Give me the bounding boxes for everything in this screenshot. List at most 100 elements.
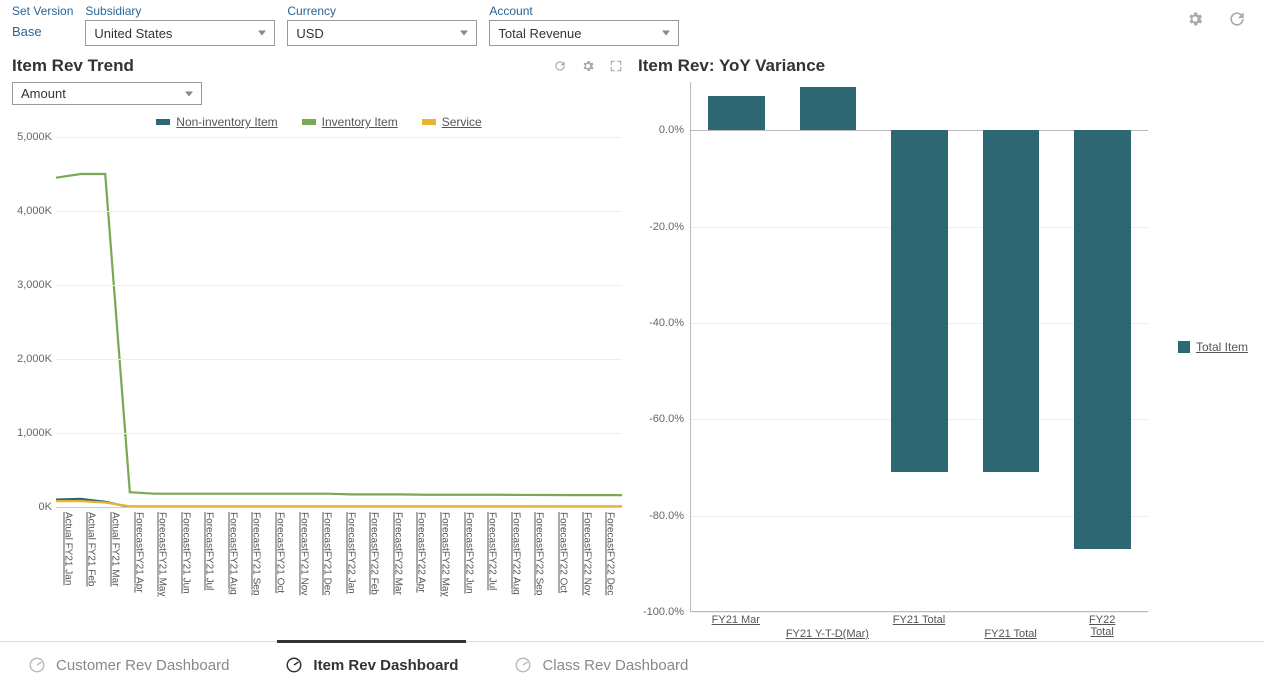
x-tick-label[interactable]: ForecastFY21 Nov xyxy=(298,512,309,595)
x-tick-label[interactable]: FY22 Total xyxy=(1079,614,1125,638)
panel-expand-icon[interactable] xyxy=(606,56,626,76)
y-tick-label: 5,000K xyxy=(17,131,52,143)
x-tick-label[interactable]: ForecastFY21 Sep xyxy=(251,512,262,595)
y-tick-label: -40.0% xyxy=(649,317,684,329)
y-tick-label: 2,000K xyxy=(17,353,52,365)
line-series[interactable] xyxy=(56,174,622,495)
currency-select[interactable]: USD xyxy=(287,20,477,46)
settings-icon[interactable] xyxy=(1180,4,1210,34)
account-select[interactable]: Total Revenue xyxy=(489,20,679,46)
swatch-icon xyxy=(156,119,170,125)
amount-select-value: Amount xyxy=(21,86,66,101)
legend-label: Non-inventory Item xyxy=(176,115,277,129)
bar-legend-label: Total Item xyxy=(1196,340,1248,354)
right-panel-title: Item Rev: YoY Variance xyxy=(638,56,825,76)
x-tick-label[interactable]: ForecastFY22 Sep xyxy=(534,512,545,595)
item-rev-yoy-panel: Item Rev: YoY Variance 0.0%-20.0%-40.0%-… xyxy=(634,54,1256,652)
x-tick-label[interactable]: ForecastFY21 Jul xyxy=(204,512,215,590)
line-chart-legend: Non-inventory Item Inventory Item Servic… xyxy=(8,111,630,137)
set-version-filter: Set Version Base xyxy=(12,4,73,39)
tab-label: Item Rev Dashboard xyxy=(313,657,458,674)
x-tick-label[interactable]: FY21 Y-T-D(Mar) xyxy=(786,628,869,640)
swatch-icon xyxy=(422,119,436,125)
tab-class-rev[interactable]: Class Rev Dashboard xyxy=(486,642,716,688)
x-tick-label[interactable]: FY21 Mar xyxy=(712,614,760,626)
x-tick-label[interactable]: ForecastFY21 Dec xyxy=(322,512,333,595)
account-label: Account xyxy=(489,4,679,18)
x-tick-label[interactable]: FY21 Total xyxy=(984,628,1036,640)
currency-select-value: USD xyxy=(296,26,323,41)
account-select-value: Total Revenue xyxy=(498,26,581,41)
filter-bar: Set Version Base Subsidiary United State… xyxy=(0,0,1264,54)
x-tick-label[interactable]: ForecastFY22 Nov xyxy=(581,512,592,595)
line-x-axis: Actual FY21 Jan Actual FY21 Feb Actual FY2… xyxy=(56,507,622,607)
x-tick-label[interactable]: ForecastFY22 Aug xyxy=(510,512,521,595)
legend-label: Service xyxy=(442,115,482,129)
x-tick-label[interactable]: Actual FY21 Jan xyxy=(62,512,73,585)
line-series[interactable] xyxy=(56,501,622,506)
set-version-label[interactable]: Set Version xyxy=(12,4,73,18)
dashboard-icon xyxy=(285,656,303,674)
tab-label: Class Rev Dashboard xyxy=(542,657,688,674)
subsidiary-select-value: United States xyxy=(94,26,172,41)
swatch-icon xyxy=(1178,341,1190,353)
x-tick-label[interactable]: ForecastFY22 Apr xyxy=(416,512,427,593)
y-tick-label: -80.0% xyxy=(649,510,684,522)
panel-settings-icon[interactable] xyxy=(578,56,598,76)
x-tick-label[interactable]: ForecastFY21 Aug xyxy=(227,512,238,595)
dashboard-icon xyxy=(514,656,532,674)
bottom-tabs: Customer Rev Dashboard Item Rev Dashboar… xyxy=(0,641,1264,688)
legend-non-inventory[interactable]: Non-inventory Item xyxy=(156,115,277,129)
x-tick-label[interactable]: ForecastFY22 Mar xyxy=(392,512,403,595)
legend-service[interactable]: Service xyxy=(422,115,482,129)
x-tick-label[interactable]: ForecastFY22 Jan xyxy=(345,512,356,594)
tab-item-rev[interactable]: Item Rev Dashboard xyxy=(257,642,486,688)
currency-filter: Currency USD xyxy=(287,4,477,46)
bar[interactable] xyxy=(708,96,765,130)
bar[interactable] xyxy=(983,130,1040,472)
y-tick-label: -60.0% xyxy=(649,413,684,425)
line-chart: 0K1,000K2,000K3,000K4,000K5,000K xyxy=(56,137,622,507)
x-tick-label[interactable]: ForecastFY21 Oct xyxy=(274,512,285,593)
y-tick-label: 3,000K xyxy=(17,279,52,291)
subsidiary-select[interactable]: United States xyxy=(85,20,275,46)
y-tick-label: 4,000K xyxy=(17,205,52,217)
bar[interactable] xyxy=(800,87,857,130)
set-version-value[interactable]: Base xyxy=(12,20,73,39)
x-tick-label[interactable]: ForecastFY21 Apr xyxy=(133,512,144,593)
y-tick-label: -100.0% xyxy=(643,606,684,618)
bar[interactable] xyxy=(891,130,948,472)
x-tick-label[interactable]: ForecastFY22 May xyxy=(440,512,451,596)
tab-label: Customer Rev Dashboard xyxy=(56,657,229,674)
bar[interactable] xyxy=(1074,130,1131,549)
legend-label: Inventory Item xyxy=(322,115,398,129)
bar-chart: 0.0%-20.0%-40.0%-60.0%-80.0%-100.0% Tota… xyxy=(690,82,1148,612)
dashboard-icon xyxy=(28,656,46,674)
x-tick-label[interactable]: ForecastFY22 Jun xyxy=(463,512,474,594)
x-tick-label[interactable]: ForecastFY22 Dec xyxy=(605,512,616,595)
tab-customer-rev[interactable]: Customer Rev Dashboard xyxy=(0,642,257,688)
x-tick-label[interactable]: Actual FY21 Mar xyxy=(109,512,120,586)
swatch-icon xyxy=(302,119,316,125)
currency-label: Currency xyxy=(287,4,477,18)
item-rev-trend-panel: Item Rev Trend Amount Non-inventory Item… xyxy=(8,54,630,652)
amount-select[interactable]: Amount xyxy=(12,82,202,105)
x-tick-label[interactable]: FY21 Total xyxy=(893,614,945,626)
x-tick-label[interactable]: ForecastFY21 Jun xyxy=(180,512,191,594)
x-tick-label[interactable]: ForecastFY21 May xyxy=(157,512,168,596)
x-tick-label[interactable]: Actual FY21 Feb xyxy=(86,512,97,586)
legend-inventory[interactable]: Inventory Item xyxy=(302,115,398,129)
panel-refresh-icon[interactable] xyxy=(550,56,570,76)
y-tick-label: 0.0% xyxy=(659,124,684,136)
left-panel-title: Item Rev Trend xyxy=(12,56,134,76)
refresh-icon[interactable] xyxy=(1222,4,1252,34)
subsidiary-label: Subsidiary xyxy=(85,4,275,18)
bar-legend[interactable]: Total Item xyxy=(1178,340,1248,354)
subsidiary-filter: Subsidiary United States xyxy=(85,4,275,46)
y-tick-label: 1,000K xyxy=(17,427,52,439)
account-filter: Account Total Revenue xyxy=(489,4,679,46)
y-tick-label: 0K xyxy=(39,501,52,513)
x-tick-label[interactable]: ForecastFY22 Jul xyxy=(487,512,498,590)
x-tick-label[interactable]: ForecastFY22 Feb xyxy=(369,512,380,595)
x-tick-label[interactable]: ForecastFY22 Oct xyxy=(557,512,568,593)
